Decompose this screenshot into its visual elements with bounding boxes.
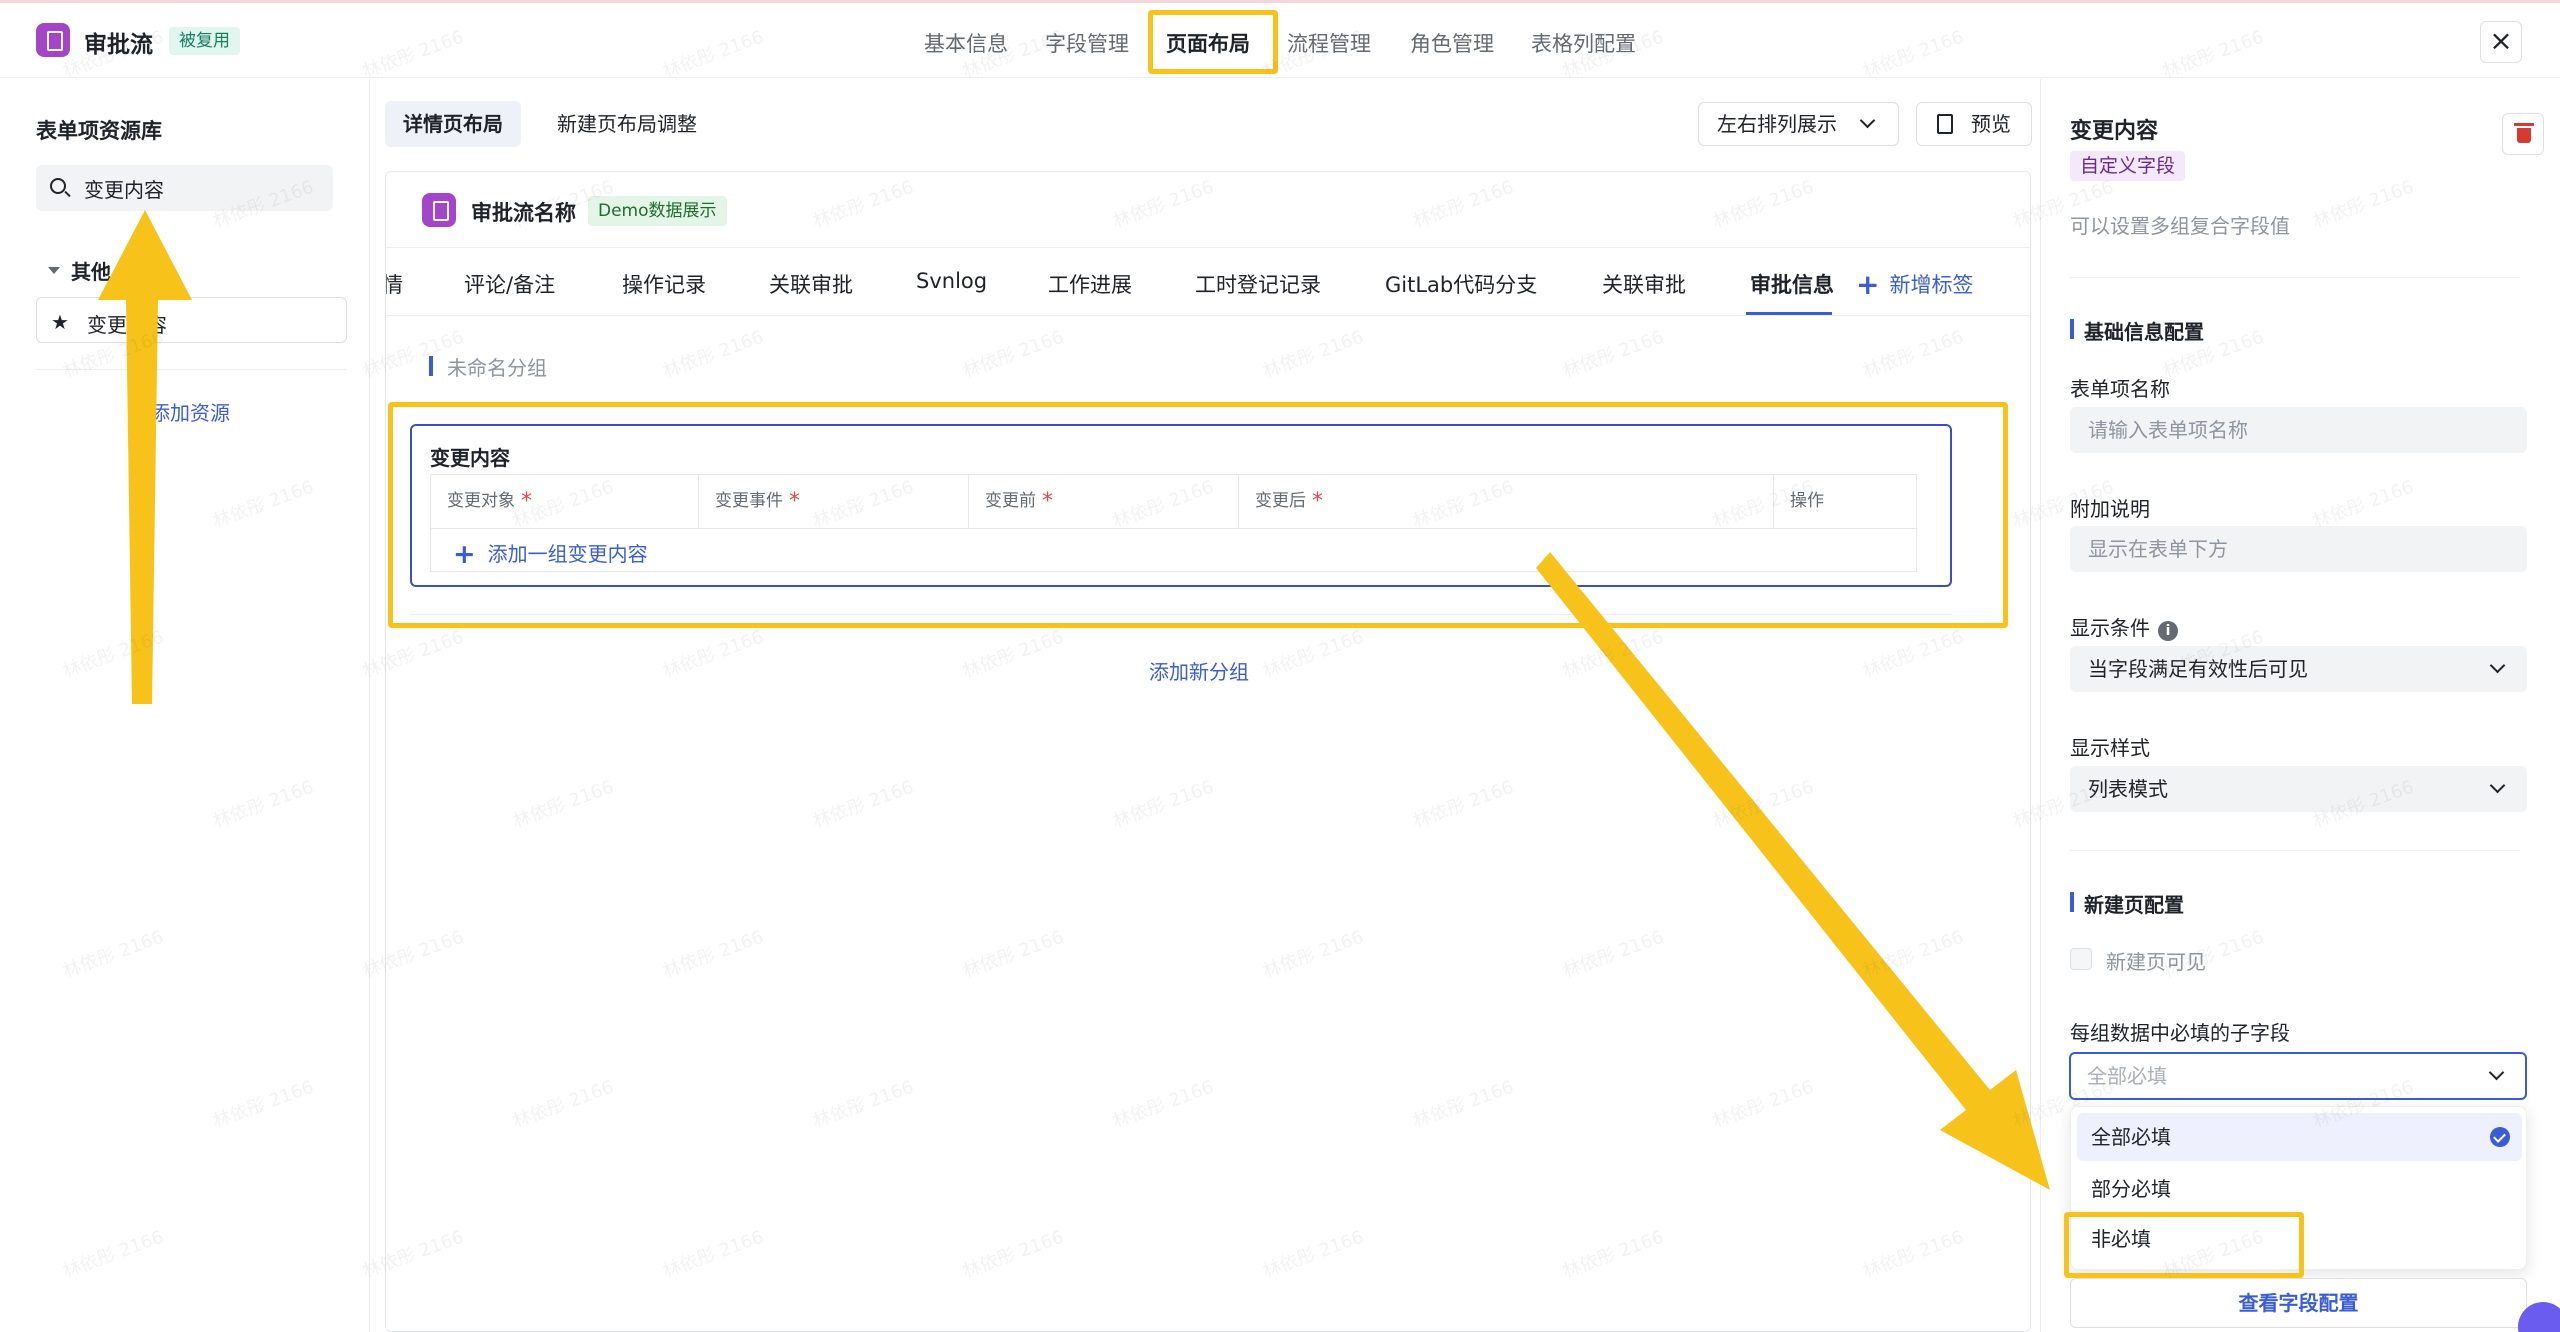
condition-label-text: 显示条件 [2070, 616, 2150, 640]
tab-new-page-layout[interactable]: 新建页布局调整 [539, 101, 715, 147]
detail-tabs: 情 评论/备注 操作记录 关联审批 Svnlog 工作进展 工时登记记录 Git… [386, 248, 2030, 316]
option-label: 部分必填 [2091, 1177, 2171, 1201]
top-tabs: 基本信息 字段管理 页面布局 流程管理 角色管理 表格列配置 [0, 3, 2560, 78]
chevron-down-icon [1859, 112, 1876, 129]
tab-basic-info[interactable]: 基本信息 [924, 28, 1008, 58]
annotation-highlight-field [388, 402, 2008, 628]
tab-detail-layout[interactable]: 详情页布局 [385, 101, 521, 147]
resource-item-label: 变更内容 [87, 313, 167, 337]
option-partial-required[interactable]: 部分必填 [2077, 1165, 2522, 1213]
annotation-highlight-tab [1148, 10, 1278, 74]
required-subfields-label: 每组数据中必填的子字段 [2070, 1021, 2290, 1045]
condition-select-value: 当字段满足有效性后可见 [2088, 657, 2308, 681]
header: 审批流 被复用 基本信息 字段管理 页面布局 流程管理 角色管理 表格列配置 × [0, 3, 2560, 78]
tab-svnlog[interactable]: Svnlog [916, 269, 987, 293]
option-label: 全部必填 [2091, 1125, 2171, 1149]
add-tab-button[interactable]: + 新增标签 [1856, 268, 1973, 301]
resource-search-input[interactable] [84, 165, 324, 211]
style-label: 显示样式 [2070, 736, 2150, 760]
divider [2070, 277, 2520, 278]
add-tab-label: 新增标签 [1889, 273, 1974, 297]
resource-library-panel: 表单项资源库 其他 ★ 变更内容 添加资源 [0, 79, 370, 1332]
new-page-config-section: 新建页配置 [2070, 889, 2184, 918]
group-title[interactable]: 未命名分组 [447, 352, 547, 381]
new-page-visible-checkbox[interactable] [2070, 948, 2092, 970]
tab-work-progress[interactable]: 工作进展 [1048, 269, 1132, 299]
tab-operation-log[interactable]: 操作记录 [622, 269, 706, 299]
required-subfields-input[interactable] [2087, 1054, 2467, 1098]
arrange-select-value: 左右排列展示 [1717, 112, 1837, 136]
preview-label: 预览 [1971, 112, 2011, 136]
layout-canvas: 审批流名称 Demo数据展示 情 评论/备注 操作记录 关联审批 Svnlog … [385, 171, 2031, 1332]
config-title: 变更内容 [2070, 119, 2159, 144]
condition-select[interactable]: 当字段满足有效性后可见 [2070, 646, 2527, 692]
preview-icon [1937, 114, 1953, 134]
note-input[interactable] [2070, 526, 2527, 572]
new-page-visible-label: 新建页可见 [2106, 950, 2206, 974]
chevron-down-icon [2488, 1064, 2505, 1081]
view-field-config-button[interactable]: 查看字段配置 [2070, 1278, 2527, 1328]
chevron-down-icon [2489, 657, 2506, 674]
annotation-highlight-option [2064, 1212, 2304, 1278]
search-icon [50, 178, 66, 194]
check-icon [2490, 1127, 2510, 1147]
required-subfields-select[interactable] [2069, 1052, 2527, 1100]
tab-related-approval-2[interactable]: 关联审批 [1602, 269, 1686, 299]
list-star-icon: ★ [51, 310, 69, 334]
config-description: 可以设置多组复合字段值 [2070, 214, 2290, 238]
close-icon: × [2489, 24, 2513, 57]
arrange-select[interactable]: 左右排列展示 [1698, 102, 1899, 146]
tab-timesheet[interactable]: 工时登记记录 [1195, 269, 1321, 299]
note-label: 附加说明 [2070, 497, 2150, 521]
style-select-value: 列表模式 [2088, 777, 2168, 801]
info-icon[interactable]: i [2158, 621, 2178, 641]
canvas-header: 审批流名称 Demo数据展示 [386, 172, 2030, 248]
bookmark-icon [422, 193, 456, 227]
tab-comments[interactable]: 评论/备注 [464, 269, 555, 299]
tab-gitlab-branch[interactable]: GitLab代码分支 [1385, 269, 1537, 299]
resource-search[interactable] [36, 165, 333, 211]
tab-detail-partial[interactable]: 情 [386, 269, 403, 299]
option-all-required[interactable]: 全部必填 [2077, 1113, 2522, 1161]
canvas-record-name: 审批流名称 [471, 201, 576, 225]
caret-down-icon[interactable] [48, 267, 60, 274]
name-label: 表单项名称 [2070, 377, 2170, 401]
tab-role-management[interactable]: 角色管理 [1410, 28, 1494, 58]
condition-label: 显示条件 i [2070, 612, 2178, 641]
divider [2070, 850, 2520, 851]
delete-button[interactable] [2502, 113, 2544, 155]
resource-item-change-content[interactable]: ★ 变更内容 [36, 297, 347, 343]
close-button[interactable]: × [2480, 21, 2522, 63]
tab-related-approval[interactable]: 关联审批 [769, 269, 853, 299]
tab-table-column-config[interactable]: 表格列配置 [1531, 28, 1636, 58]
basic-config-section: 基础信息配置 [2070, 316, 2204, 345]
tab-flow-management[interactable]: 流程管理 [1287, 28, 1371, 58]
chevron-down-icon [2489, 777, 2506, 794]
tab-approval-info[interactable]: 审批信息 [1750, 269, 1834, 299]
add-group-link[interactable]: 添加新分组 [1149, 656, 1249, 685]
active-tab-indicator [1746, 312, 1832, 315]
resource-group-other[interactable]: 其他 [71, 256, 111, 285]
field-config-panel: 变更内容 自定义字段 可以设置多组复合字段值 基础信息配置 表单项名称 附加说明… [2040, 79, 2560, 1332]
resource-library-title: 表单项资源库 [36, 119, 162, 143]
trash-icon [2514, 123, 2534, 143]
demo-badge: Demo数据展示 [588, 196, 727, 226]
preview-button[interactable]: 预览 [1916, 102, 2032, 146]
custom-field-tag: 自定义字段 [2070, 151, 2186, 181]
add-resource-link[interactable]: 添加资源 [150, 397, 230, 426]
style-select[interactable]: 列表模式 [2070, 766, 2527, 812]
divider [36, 369, 347, 370]
field-name-input[interactable] [2070, 407, 2527, 453]
tab-field-management[interactable]: 字段管理 [1045, 28, 1129, 58]
plus-icon: + [1856, 268, 1880, 301]
group-marker [429, 356, 433, 376]
